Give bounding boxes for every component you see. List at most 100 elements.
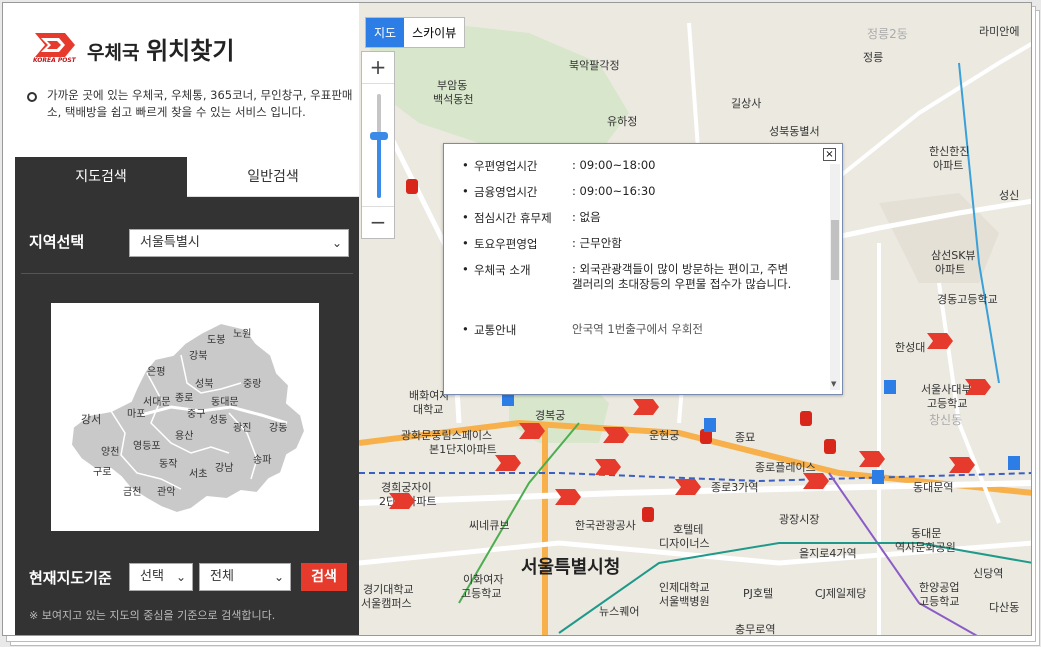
map-label: 본1단지아파트 <box>429 443 497 456</box>
bullet-icon: • <box>462 210 469 224</box>
post-office-marker-icon[interactable] <box>389 493 415 509</box>
atm-marker-icon[interactable] <box>883 379 897 395</box>
map-label: PJ호텔 <box>743 587 774 600</box>
district-yeongdeungpo: 영등포 <box>133 440 161 452</box>
post-office-marker-icon[interactable] <box>859 451 885 467</box>
map-label: 역사문화공원 <box>895 541 956 554</box>
map-label: 다산동 <box>989 601 1020 614</box>
district-gangdong: 강동 <box>269 422 287 434</box>
district-dobong: 도봉 <box>207 334 225 346</box>
post-office-marker-icon[interactable] <box>633 399 659 415</box>
window-frame: KOREA POST 우체국 위치찾기 가까운 곳에 있는 우체국, 우체통, … <box>2 2 1032 636</box>
map-label: 씨네큐브 <box>469 519 510 532</box>
category-select-value: 전체 <box>210 569 234 584</box>
chevron-down-icon: ⌄ <box>331 236 342 250</box>
map-label: 디자이너스 <box>659 537 710 550</box>
district-jung: 중구 <box>187 408 205 420</box>
district-geumcheon: 금천 <box>123 486 141 498</box>
map-label: 뉴스퀘어 <box>599 605 640 618</box>
zoom-out-button[interactable]: − <box>362 206 394 238</box>
scrollbar-thumb[interactable] <box>831 220 839 280</box>
info-value: : 09:00~16:30 <box>572 184 656 198</box>
atm-marker-icon[interactable] <box>703 417 717 433</box>
district-nowon: 노원 <box>233 328 251 340</box>
district-gangseo: 강서 <box>81 413 101 426</box>
district-seodaemun: 서대문 <box>143 396 171 408</box>
map-label: 성북동별서 <box>769 125 820 138</box>
map-label: CJ제일제당 <box>815 587 867 600</box>
map-label: 대학교 <box>413 403 444 416</box>
search-tabs: 지도검색 일반검색 <box>15 157 359 197</box>
mailbox-marker-icon[interactable] <box>823 437 837 455</box>
post-office-marker-icon[interactable] <box>495 455 521 471</box>
info-key: 금융영업시간 <box>474 185 538 199</box>
map-type-toggle: 지도 스카이뷰 <box>365 17 466 48</box>
map-label: 창신동 <box>929 413 963 427</box>
district-dongjak: 동작 <box>159 458 177 470</box>
region-select[interactable]: 서울특별시 ⌄ <box>129 229 349 257</box>
map-label: 신당역 <box>973 567 1004 580</box>
seoul-district-map[interactable]: 도봉 노원 강북 은평 성북 중랑 종로 동대문 서대문 마포 중구 성동 광진… <box>51 303 319 531</box>
zoom-in-button[interactable]: + <box>362 52 394 84</box>
map-label: 경동고등학교 <box>937 293 998 306</box>
post-office-marker-icon[interactable] <box>519 423 545 439</box>
map-type-skyview-button[interactable]: 스카이뷰 <box>404 18 464 47</box>
map-label: 고등학교 <box>927 397 968 410</box>
mailbox-marker-icon[interactable] <box>641 505 655 523</box>
post-office-marker-icon[interactable] <box>675 479 701 495</box>
district-jungnang: 중랑 <box>243 378 261 390</box>
info-key: 우체국 소개 <box>474 263 531 277</box>
district-mapo: 마포 <box>127 408 145 420</box>
atm-marker-icon[interactable] <box>1007 455 1021 471</box>
zoom-control: + − <box>361 51 395 239</box>
close-icon[interactable]: × <box>823 148 836 161</box>
bullet-icon <box>27 92 37 102</box>
zoom-level-fill <box>377 135 381 198</box>
post-office-marker-icon[interactable] <box>949 457 975 473</box>
map-label: 광장시장 <box>779 513 820 526</box>
seoul-map-shape: 도봉 노원 강북 은평 성북 중랑 종로 동대문 서대문 마포 중구 성동 광진… <box>69 321 307 515</box>
mailbox-marker-icon[interactable] <box>799 409 813 427</box>
post-office-marker-icon[interactable] <box>603 427 629 443</box>
tab-general-search[interactable]: 일반검색 <box>187 157 359 197</box>
popup-scrollbar[interactable]: ▼ <box>830 164 840 390</box>
search-button[interactable]: 검색 <box>301 563 347 591</box>
map-label: 정릉 <box>863 51 884 64</box>
district-gangnam: 강남 <box>215 462 233 474</box>
info-value: : 근무안함 <box>572 236 622 250</box>
map-type-map-button[interactable]: 지도 <box>366 18 405 47</box>
chevron-down-icon: ⌄ <box>273 570 284 584</box>
map-label: 종묘 <box>735 431 756 444</box>
scroll-down-icon[interactable]: ▼ <box>831 380 836 388</box>
post-office-marker-icon[interactable] <box>965 379 991 395</box>
region-select-value: 서울특별시 <box>140 235 200 250</box>
info-value: : 09:00~18:00 <box>572 158 656 172</box>
type-select[interactable]: 선택 ⌄ <box>129 563 193 591</box>
district-yongsan: 용산 <box>175 430 193 442</box>
category-select[interactable]: 전체 ⌄ <box>199 563 291 591</box>
current-map-label: 현재지도기준 <box>29 569 112 587</box>
district-gwangjin: 광진 <box>233 422 251 434</box>
map-label: 동대문역 <box>913 481 954 494</box>
atm-marker-icon[interactable] <box>871 469 885 485</box>
district-gangbuk: 강북 <box>189 350 207 362</box>
post-office-marker-icon[interactable] <box>595 459 621 475</box>
district-seocho: 서초 <box>189 468 207 480</box>
info-key: 교통안내 <box>474 323 517 337</box>
post-office-marker-icon[interactable] <box>927 333 953 349</box>
map-view[interactable]: 북악팔각정 길상사 유하정 성북동별서 부암동 백석동천 정릉 정릉2동 라미안… <box>359 3 1031 635</box>
post-office-info-popup: × • 우편영업시간 : 09:00~18:00 • 금융영업시간 : 09:0… <box>443 143 843 395</box>
post-office-marker-icon[interactable] <box>803 473 829 489</box>
mailbox-marker-icon[interactable] <box>405 177 419 195</box>
zoom-slider-handle[interactable] <box>370 131 388 140</box>
map-label: 을지로4가역 <box>799 547 857 560</box>
tab-map-search[interactable]: 지도검색 <box>15 157 187 197</box>
map-label: 라미안에 <box>979 25 1020 38</box>
district-yangcheon: 양천 <box>101 446 119 458</box>
district-seongbuk: 성북 <box>195 378 213 390</box>
bullet-icon: • <box>462 322 469 336</box>
bullet-icon: • <box>462 236 469 250</box>
post-office-marker-icon[interactable] <box>555 489 581 505</box>
district-guro: 구로 <box>93 467 111 478</box>
map-label: 길상사 <box>731 97 762 110</box>
